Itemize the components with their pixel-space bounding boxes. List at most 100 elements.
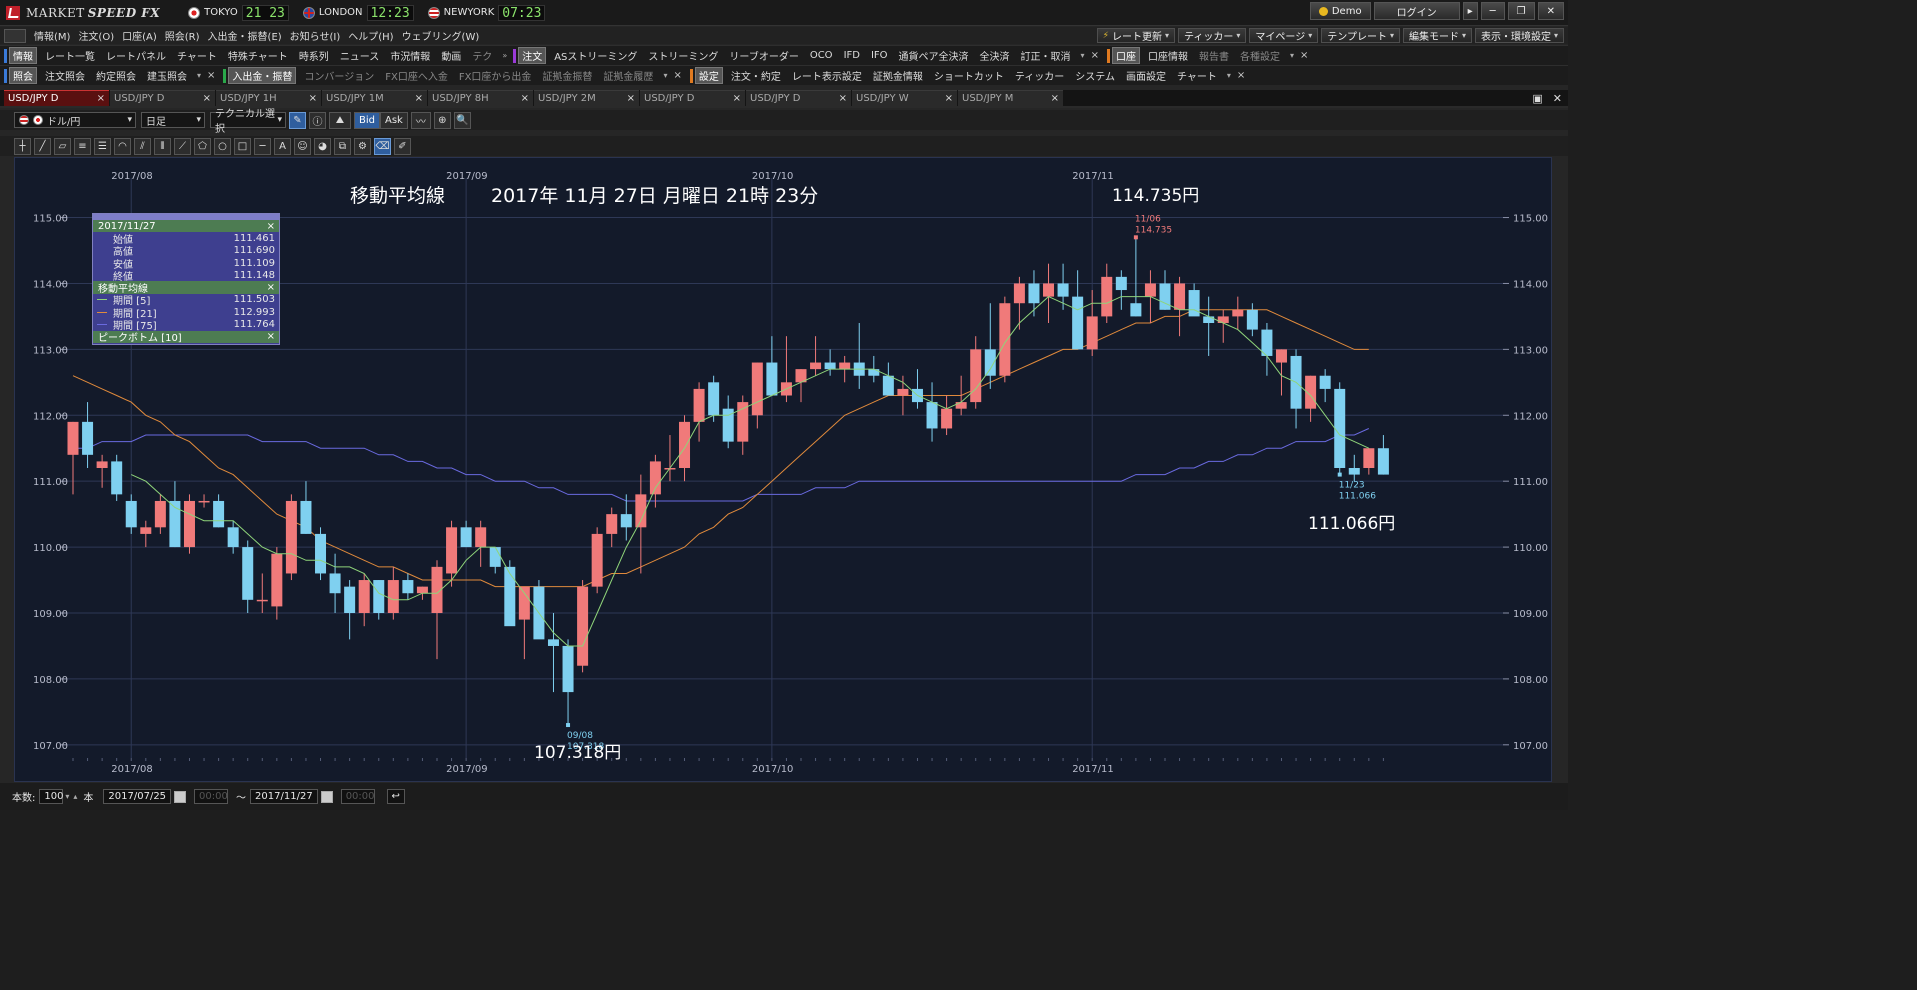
fibonacci-extension-icon[interactable]: ☰ [94,137,111,155]
order-inquiry-button[interactable]: 注文照会 [42,68,88,83]
dropdown-arrow-icon[interactable]: ▾ [663,71,667,80]
chart-type-icon[interactable]: ⛰ [329,111,351,129]
tab-usdjpy-w[interactable]: USD/JPY W × [852,90,957,106]
timeseries-button[interactable]: 時系列 [296,48,332,63]
menu-webring[interactable]: ウェブリング(W) [402,28,480,43]
crosshair-icon[interactable]: ┼ [14,137,31,155]
fibonacci-icon[interactable]: ≡ [74,137,91,155]
system-button[interactable]: システム [1072,68,1118,83]
report-button[interactable]: 報告書 [1196,48,1232,63]
mypage-dropdown[interactable]: マイページ [1249,28,1319,43]
text-icon[interactable]: A [274,137,291,155]
dropdown-arrow-icon[interactable]: ▾ [197,71,201,80]
time-zone-icon[interactable]: ⦀ [154,137,171,155]
tab-close-icon[interactable]: × [839,93,847,104]
delete-all-icon[interactable]: ✐ [394,137,411,155]
tab-usdjpy-d-active[interactable]: USD/JPY D × [4,90,109,106]
menu-help[interactable]: ヘルプ(H) [348,28,393,43]
menu-info[interactable]: 情報(M) [34,28,70,43]
zoom-icon[interactable]: 🔍 [453,111,471,129]
tab-usdjpy-8h[interactable]: USD/JPY 8H × [428,90,533,106]
ticker-dropdown[interactable]: ティッカー [1178,28,1247,43]
fibonacci-fan-icon[interactable]: ⫽ [134,137,151,155]
tab-close-icon[interactable]: × [203,93,211,104]
deposit-group-title[interactable]: 入出金・振替 [228,67,297,84]
tab-usdjpy-d-3[interactable]: USD/JPY D × [746,90,851,106]
close-group-icon[interactable]: × [1091,50,1099,61]
menu-inquiry[interactable]: 照会(R) [165,28,200,43]
inquiry-group-title[interactable]: 照会 [9,67,37,84]
chart-button[interactable]: チャート [174,48,220,63]
dropdown-arrow-icon[interactable]: ▾ [1227,71,1231,80]
dropdown-arrow-icon[interactable]: ▾ [1081,51,1085,60]
video-button[interactable]: 動画 [438,48,464,63]
tab-close-icon[interactable]: × [1051,93,1059,104]
gann-fan-icon[interactable]: ⟋ [174,137,191,155]
menu-deposit[interactable]: 入出金・振替(E) [208,28,282,43]
login-button[interactable]: ログイン [1373,2,1460,20]
trendline-icon[interactable]: ╱ [34,137,51,155]
calendar-icon[interactable] [174,790,187,803]
various-settings-button[interactable]: 各種設定 [1237,48,1283,63]
tab-close-icon[interactable]: × [733,93,741,104]
data-window[interactable]: 2017/11/27 × 始値 111.461 高値 111.690 安値 111.10… [92,213,280,345]
horizontal-line-icon[interactable]: ─ [254,137,271,155]
fx-withdraw-button[interactable]: FX口座から出金 [456,68,535,83]
technical-button[interactable]: テク [469,48,495,63]
count-down-icon[interactable]: ▾ [65,792,69,801]
ask-button[interactable]: Ask [380,111,408,129]
oco-button[interactable]: OCO [807,50,836,61]
reset-button[interactable]: ↩ [386,789,405,804]
to-time-input[interactable]: 00:00 [340,789,375,804]
balloon-icon[interactable]: ◕ [314,137,331,155]
close-group-icon[interactable]: × [207,70,215,81]
maximize-icon[interactable]: ▣ [1532,92,1542,105]
dropdown-arrow-icon[interactable]: ▾ [1290,51,1294,60]
rate-update-dropdown[interactable]: レート更新 [1096,28,1175,43]
leave-order-button[interactable]: リーブオーダー [726,48,801,63]
zoom-range-icon[interactable]: ⊕ [433,111,451,129]
edit-mode-dropdown[interactable]: 編集モード [1402,28,1472,43]
close-group-icon[interactable]: × [1237,70,1245,81]
margin-history-button[interactable]: 証拠金履歴 [600,68,656,83]
conversion-button[interactable]: コンバージョン [301,68,377,83]
streaming-button[interactable]: ストリーミング [645,48,721,63]
position-inquiry-button[interactable]: 建玉照会 [144,68,190,83]
pair-select[interactable]: ドル/円 [14,112,136,128]
eraser-icon[interactable]: ⌫ [374,137,391,155]
tab-close-icon[interactable]: × [521,93,529,104]
tab-close-icon[interactable]: × [309,93,317,104]
modify-cancel-button[interactable]: 訂正・取消 [1018,48,1074,63]
fx-deposit-button[interactable]: FX口座へ入金 [382,68,451,83]
from-date-input[interactable]: 2017/07/25 [103,789,172,804]
copy-icon[interactable]: ⧉ [334,137,351,155]
pair-settle-all-button[interactable]: 通貨ペア全決済 [896,48,972,63]
ruler-icon[interactable]: ▱ [54,137,71,155]
tab-usdjpy-1m[interactable]: USD/JPY 1M × [322,90,427,106]
account-group-title[interactable]: 口座 [1111,47,1140,64]
shortcut-button[interactable]: ショートカット [931,68,1007,83]
close-chart-icon[interactable]: ✕ [1553,92,1562,105]
icon-stamp-icon[interactable]: ☺ [294,137,311,155]
screen-settings-button[interactable]: 画面設定 [1123,68,1169,83]
tab-usdjpy-2m[interactable]: USD/JPY 2M × [534,90,639,106]
info-group-title[interactable]: 情報 [9,47,37,64]
execution-inquiry-button[interactable]: 約定照会 [93,68,139,83]
minimize-icon[interactable]: ─ [1480,2,1505,20]
rate-list-button[interactable]: レート一覧 [42,48,98,63]
circle-icon[interactable]: ○ [214,137,231,155]
settings-icon[interactable]: ⚙ [354,137,371,155]
account-info-button[interactable]: 口座情報 [1145,48,1191,63]
close-icon[interactable]: × [267,282,275,293]
rate-panel-button[interactable]: レートパネル [103,48,169,63]
rate-display-settings-button[interactable]: レート表示設定 [789,68,865,83]
count-up-icon[interactable]: ▴ [73,792,77,801]
settle-all-button[interactable]: 全決済 [977,48,1013,63]
tab-close-icon[interactable]: × [97,93,105,104]
news-button[interactable]: ニュース [337,48,383,63]
technical-select[interactable]: テクニカル選択 [210,109,286,135]
template-dropdown[interactable]: テンプレート [1321,28,1400,43]
ifo-button[interactable]: IFO [868,50,891,61]
ticker-settings-button[interactable]: ティッカー [1012,68,1067,83]
rectangle-icon[interactable]: □ [234,137,251,155]
